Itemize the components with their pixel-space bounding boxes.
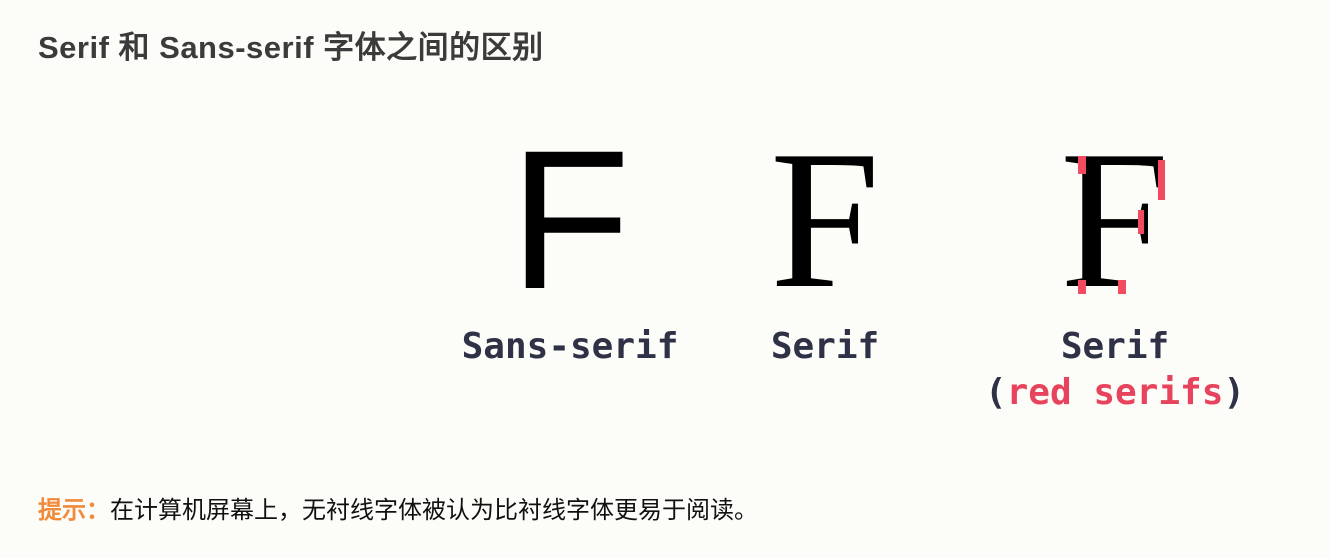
serif-red-glyph-wrap: F bbox=[1059, 110, 1171, 329]
red-serifs-text: red serifs bbox=[1006, 372, 1224, 413]
red-serif-mark-middle-arm bbox=[1137, 210, 1144, 234]
sans-serif-example: F Sans-serif bbox=[430, 109, 710, 370]
page-title: Serif 和 Sans-serif 字体之间的区别 bbox=[38, 30, 544, 65]
red-serif-mark-bottom-left bbox=[1077, 280, 1086, 294]
serif-example: F Serif bbox=[730, 110, 920, 370]
serif-red-example: F Serif (red serifs) bbox=[970, 110, 1260, 416]
sans-serif-caption: Sans-serif bbox=[461, 326, 679, 367]
serif-red-caption: Serif bbox=[1060, 326, 1170, 367]
serif-glyph: F bbox=[769, 110, 881, 329]
tip-label: 提示： bbox=[38, 497, 110, 524]
tip-text: 在计算机屏幕上，无衬线字体被认为比衬线字体更易于阅读。 bbox=[110, 497, 758, 524]
sans-serif-glyph: F bbox=[509, 109, 631, 330]
tip-note: 提示：在计算机屏幕上，无衬线字体被认为比衬线字体更易于阅读。 bbox=[38, 490, 758, 525]
paren-close: ) bbox=[1223, 372, 1246, 413]
red-serif-mark-bottom-right bbox=[1117, 280, 1126, 294]
serif-comparison-figure: F Sans-serif F Serif F Serif (red serifs… bbox=[430, 109, 1290, 430]
serif-caption: Serif bbox=[770, 326, 880, 367]
paren-open: ( bbox=[984, 372, 1007, 413]
serif-red-glyph: F bbox=[1059, 110, 1171, 329]
red-serifs-caption: (red serifs) bbox=[970, 370, 1260, 416]
red-serif-mark-top-arm bbox=[1157, 160, 1165, 200]
red-serif-mark-top-left bbox=[1077, 156, 1086, 174]
